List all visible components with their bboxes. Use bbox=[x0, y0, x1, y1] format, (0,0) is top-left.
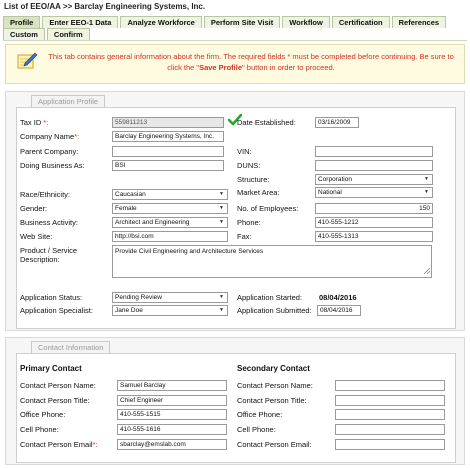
secondary-name-label: Contact Person Name: bbox=[237, 381, 313, 390]
product-label-line2: Description: bbox=[20, 255, 60, 264]
duns-field[interactable] bbox=[315, 160, 433, 171]
primary-contact-title: Primary Contact bbox=[20, 364, 82, 373]
secondary-office-phone-label: Office Phone: bbox=[237, 410, 283, 419]
secondary-cell-phone-field[interactable] bbox=[335, 424, 445, 435]
primary-name-field[interactable]: Samuel Barclay bbox=[117, 380, 227, 391]
employees-field[interactable]: 150 bbox=[315, 203, 433, 214]
resize-handle-icon[interactable] bbox=[423, 267, 431, 276]
primary-title-label: Contact Person Title: bbox=[20, 396, 90, 405]
primary-title-field[interactable]: Chief Engineer bbox=[117, 395, 227, 406]
primary-name-label: Contact Person Name: bbox=[20, 381, 96, 390]
application-started-value: 08/04/2016 bbox=[319, 293, 357, 302]
dba-label: Doing Business As: bbox=[20, 161, 85, 170]
duns-label: DUNS: bbox=[237, 161, 261, 170]
info-notice: This tab contains general information ab… bbox=[5, 44, 465, 84]
business-activity-label: Business Activity: bbox=[20, 218, 78, 227]
contact-information-legend: Contact Information bbox=[31, 341, 111, 353]
application-specialist-label: Application Specialist: bbox=[20, 306, 93, 315]
company-name-label: Company Name*: bbox=[20, 132, 80, 141]
secondary-title-label: Contact Person Title: bbox=[237, 396, 307, 405]
contact-information-panel: Contact Information Primary Contact Seco… bbox=[5, 337, 465, 465]
vin-label: VIN: bbox=[237, 147, 252, 156]
product-description-textarea[interactable]: Provide Civil Engineering and Architectu… bbox=[112, 245, 432, 278]
tab-analyze-workforce[interactable]: Analyze Workforce bbox=[120, 16, 202, 28]
secondary-email-label: Contact Person Email: bbox=[237, 440, 312, 449]
application-specialist-select[interactable]: Jane Doe ▼ bbox=[112, 305, 228, 316]
company-name-field[interactable]: Barclay Engineering Systems, Inc. bbox=[112, 131, 224, 142]
market-area-label: Market Area: bbox=[237, 188, 280, 197]
date-established-label: Date Established: bbox=[237, 118, 296, 127]
chevron-down-icon: ▼ bbox=[219, 294, 224, 300]
application-submitted-label: Application Submitted: bbox=[237, 306, 312, 315]
date-established-field[interactable]: 03/16/2009 bbox=[315, 117, 359, 128]
secondary-cell-phone-label: Cell Phone: bbox=[237, 425, 276, 434]
chevron-down-icon: ▼ bbox=[219, 191, 224, 197]
notice-text: This tab contains general information ab… bbox=[48, 52, 454, 72]
fax-label: Fax: bbox=[237, 232, 252, 241]
dba-field[interactable]: BSI bbox=[112, 160, 224, 171]
tab-profile[interactable]: Profile bbox=[3, 16, 41, 28]
tab-bar: Profile Enter EEO-1 Data Analyze Workfor… bbox=[3, 16, 467, 41]
tab-custom[interactable]: Custom bbox=[3, 28, 45, 40]
tab-references[interactable]: References bbox=[391, 16, 447, 28]
primary-cell-phone-field[interactable]: 410-555-1616 bbox=[117, 424, 227, 435]
application-status-label: Application Status: bbox=[20, 293, 83, 302]
contact-information-form: Primary Contact Secondary Contact Contac… bbox=[16, 353, 456, 463]
secondary-title-field[interactable] bbox=[335, 395, 445, 406]
chevron-down-icon: ▼ bbox=[424, 176, 429, 182]
phone-label: Phone: bbox=[237, 218, 261, 227]
application-submitted-field[interactable]: 08/04/2016 bbox=[317, 305, 361, 316]
tab-workflow[interactable]: Workflow bbox=[282, 16, 330, 28]
chevron-down-icon: ▼ bbox=[219, 307, 224, 313]
secondary-office-phone-field[interactable] bbox=[335, 409, 445, 420]
parent-company-field[interactable] bbox=[112, 146, 224, 157]
primary-email-label: Contact Person Email*: bbox=[20, 440, 98, 449]
tab-certification[interactable]: Certification bbox=[331, 16, 390, 28]
website-label: Web Site: bbox=[20, 232, 53, 241]
chevron-down-icon: ▼ bbox=[219, 219, 224, 225]
tab-confirm[interactable]: Confirm bbox=[46, 28, 90, 40]
vin-field[interactable] bbox=[315, 146, 433, 157]
structure-label: Structure: bbox=[237, 175, 270, 184]
secondary-contact-title: Secondary Contact bbox=[237, 364, 310, 373]
race-select[interactable]: Caucasian ▼ bbox=[112, 189, 228, 200]
note-pencil-icon bbox=[16, 51, 38, 73]
primary-email-field[interactable]: sbarclay@emslab.com bbox=[117, 439, 227, 450]
product-label-line1: Product / Service bbox=[20, 246, 78, 255]
primary-cell-phone-label: Cell Phone: bbox=[20, 425, 59, 434]
breadcrumb: List of EEO/AA >> Barclay Engineering Sy… bbox=[4, 2, 206, 11]
chevron-down-icon: ▼ bbox=[219, 205, 224, 211]
phone-field[interactable]: 410-555-1212 bbox=[315, 217, 433, 228]
primary-office-phone-field[interactable]: 410-555-1515 bbox=[117, 409, 227, 420]
gender-label: Gender: bbox=[20, 204, 48, 213]
gender-select[interactable]: Female ▼ bbox=[112, 203, 228, 214]
application-profile-form: Tax ID *: 559811213 Company Name*: Barcl… bbox=[16, 107, 456, 329]
structure-select[interactable]: Corporation ▼ bbox=[315, 174, 433, 185]
application-profile-panel: Application Profile Tax ID *: 559811213 … bbox=[5, 91, 465, 331]
secondary-email-field[interactable] bbox=[335, 439, 445, 450]
parent-company-label: Parent Company: bbox=[20, 147, 79, 156]
chevron-down-icon: ▼ bbox=[424, 189, 429, 195]
tax-id-label: Tax ID *: bbox=[20, 118, 49, 127]
primary-office-phone-label: Office Phone: bbox=[20, 410, 66, 419]
fax-field[interactable]: 410-555-1313 bbox=[315, 231, 433, 242]
application-started-label: Application Started: bbox=[237, 293, 303, 302]
tab-perform-site-visit[interactable]: Perform Site Visit bbox=[203, 16, 281, 28]
website-field[interactable]: http://bsi.com bbox=[112, 231, 228, 242]
secondary-name-field[interactable] bbox=[335, 380, 445, 391]
tax-id-field[interactable]: 559811213 bbox=[112, 117, 224, 128]
market-area-select[interactable]: National ▼ bbox=[315, 187, 433, 198]
product-description-text: Provide Civil Engineering and Architectu… bbox=[115, 248, 264, 255]
application-status-select[interactable]: Pending Review ▼ bbox=[112, 292, 228, 303]
business-activity-select[interactable]: Architect and Engineering ▼ bbox=[112, 217, 228, 228]
employees-label: No. of Employees: bbox=[237, 204, 299, 213]
tab-enter-eeo1-data[interactable]: Enter EEO-1 Data bbox=[42, 16, 119, 28]
application-profile-legend: Application Profile bbox=[31, 95, 106, 107]
race-label: Race/Ethnicity: bbox=[20, 190, 71, 199]
